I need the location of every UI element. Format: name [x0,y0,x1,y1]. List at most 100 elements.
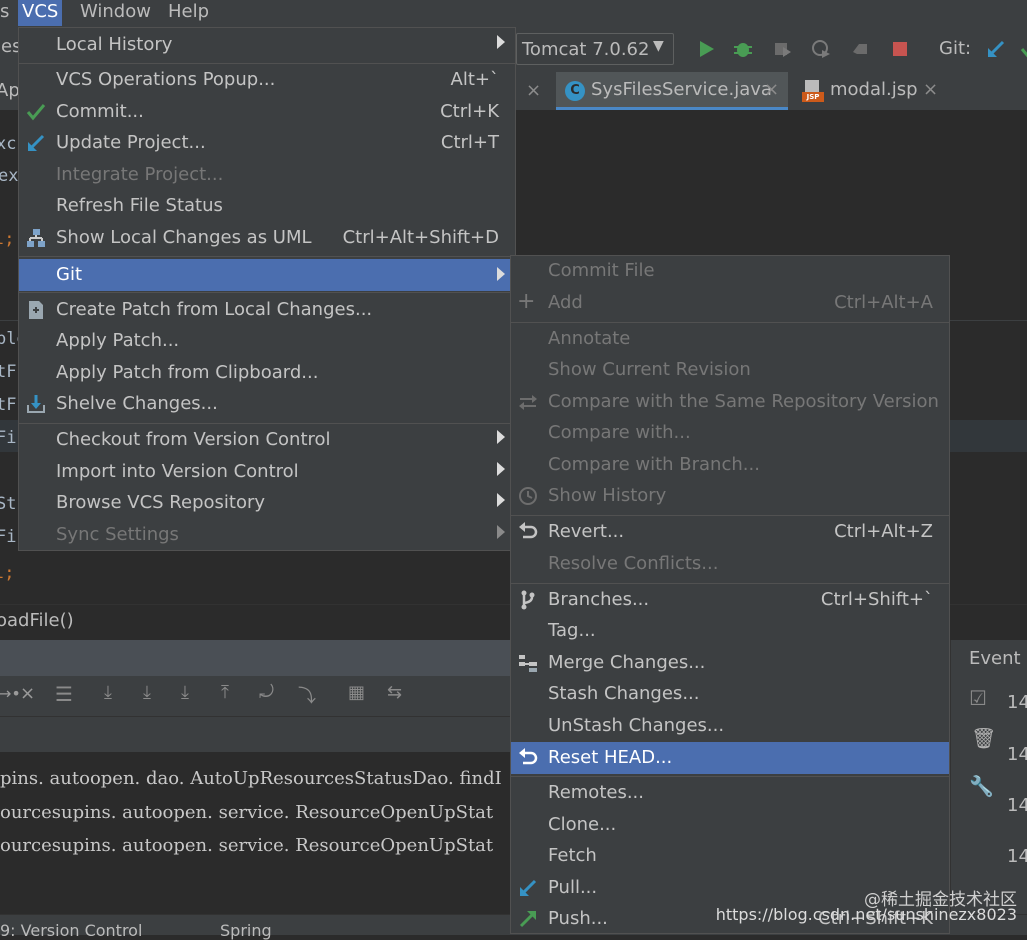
debug-icon[interactable] [732,38,754,60]
code-fragment: l; [0,229,15,249]
check-icon [26,104,46,121]
code-fragment: ex [0,166,19,186]
menu-item-label: Annotate [548,328,631,349]
upload-icon[interactable]: ⤒ [221,682,229,703]
checkbox-icon[interactable]: ☑ [969,686,987,710]
menu-item-apply-patch-clipboard[interactable]: Apply Patch from Clipboard... [19,358,515,389]
menu-item-label: Show Current Revision [548,359,751,380]
menu-item-update-project[interactable]: Update Project... Ctrl+T [19,128,515,159]
wrap-icon[interactable]: ⤾ [259,682,274,703]
breadcrumb-method[interactable]: oadFile() [0,610,74,631]
menu-item-label: Checkout from Version Control [56,429,331,450]
menu-item-commit[interactable]: Commit... Ctrl+K [19,97,515,128]
menu-item-shortcut: Alt+` [450,69,499,90]
menu-item-label: Clone... [548,814,617,835]
vcs-menu: Local History VCS Operations Popup... Al… [18,27,516,551]
menu-item-label: Tag... [548,620,596,641]
menu-cut-left[interactable]: s [0,0,13,26]
close-tab-icon[interactable]: × [526,80,541,101]
vcs-update-icon[interactable] [985,38,1007,60]
close-tab-icon[interactable]: × [764,72,779,108]
run-config-label: Tomcat 7.0.62 [522,39,650,60]
git-item-compare-same-repo: Compare with the Same Repository Version [511,387,949,418]
submenu-arrow-icon [497,493,505,507]
menu-item-shelve-changes[interactable]: Shelve Changes... [19,389,515,420]
git-item-revert[interactable]: Revert... Ctrl+Alt+Z [511,517,949,548]
menu-item-shortcut: Ctrl+Alt+A [834,292,933,313]
code-fragment: l; [0,563,15,583]
menu-item-git[interactable]: Git [19,259,515,291]
menu-item-show-local-changes-uml[interactable]: Show Local Changes as UML Ctrl+Alt+Shift… [19,223,515,254]
patch-file-icon [29,301,43,319]
git-item-stash-changes[interactable]: Stash Changes... [511,679,949,710]
menu-item-shortcut: Ctrl+Alt+Z [834,521,933,542]
menu-item-sync-settings: Sync Settings [19,520,515,551]
event-log-title[interactable]: Event L [969,648,1027,669]
menu-help[interactable]: Help [164,0,213,26]
trash-icon[interactable]: 🗑 [971,726,996,750]
menu-item-local-history[interactable]: Local History [19,30,515,61]
diff-icon[interactable]: ⇆ [387,682,402,703]
menu-item-apply-patch[interactable]: Apply Patch... [19,326,515,357]
menu-item-import-vcs[interactable]: Import into Version Control [19,457,515,488]
submenu-arrow-icon [497,267,505,281]
spring-tab[interactable]: Spring [220,921,272,940]
event-time: 14 [1007,692,1027,713]
download-icon[interactable]: ⤓ [181,682,189,703]
coverage-icon[interactable] [771,38,793,60]
shelve-icon [27,395,45,413]
menu-item-label: Merge Changes... [548,652,706,673]
git-item-tag[interactable]: Tag... [511,616,949,647]
menu-item-label: Reset HEAD... [548,747,673,768]
watermark-line2: https://blog.csdn.net/sunshinezx8023 [715,905,1017,924]
profile-icon[interactable] [810,38,832,60]
git-item-reset-head[interactable]: Reset HEAD... [511,742,949,774]
git-item-unstash-changes[interactable]: UnStash Changes... [511,711,949,742]
console-line: ourcesupins. autoopen. service. Resource… [0,835,494,856]
close-icon[interactable]: × [20,683,35,704]
tab-modal-jsp[interactable]: JSP modal.jsp × [795,72,945,110]
menu-item-label: Update Project... [56,132,206,153]
close-tab-icon[interactable]: × [923,72,938,108]
jsp-file-icon: JSP [802,80,824,102]
tab-sysfilesservice[interactable]: C SysFilesService.java × [556,72,788,110]
menu-item-label: Stash Changes... [548,683,700,704]
git-item-merge-changes[interactable]: Merge Changes... [511,648,949,679]
menu-item-create-patch[interactable]: Create Patch from Local Changes... [19,295,515,326]
menu-vcs[interactable]: VCS [18,0,63,26]
event-time: 14 [1007,744,1027,765]
attach-icon[interactable] [849,38,871,60]
git-item-compare-branch: Compare with Branch... [511,450,949,481]
git-item-fetch[interactable]: Fetch [511,841,949,872]
event-log-panel: Event L ☑ 🗑 🔧 14 14 14 14 [950,640,1027,914]
menu-item-label: Show Local Changes as UML [56,227,312,248]
menu-item-integrate-project: Integrate Project... [19,160,515,191]
stop-icon[interactable] [889,38,911,60]
arrow-icon[interactable]: →• [0,684,21,703]
menu-item-label: Compare with Branch... [548,454,760,475]
run-icon[interactable] [695,38,717,60]
table-icon[interactable]: ▦ [348,682,365,703]
scroll-end-icon[interactable]: ⤓ [104,682,112,703]
git-item-branches[interactable]: Branches... Ctrl+Shift+` [511,585,949,616]
menu-item-refresh-file-status[interactable]: Refresh File Status [19,191,515,222]
menu-item-browse-vcs[interactable]: Browse VCS Repository [19,488,515,519]
filter-icon[interactable]: ⤵ [298,682,316,708]
wrench-icon[interactable]: 🔧 [969,774,994,798]
version-control-tab[interactable]: 9: Version Control [0,921,142,940]
code-fragment: Fi [0,428,17,448]
run-config-combo[interactable]: Tomcat 7.0.62 ▼ [516,33,674,65]
menu-item-checkout-vcs[interactable]: Checkout from Version Control [19,425,515,456]
git-item-clone[interactable]: Clone... [511,810,949,841]
menu-item-label: Revert... [548,521,625,542]
menu-lines-icon[interactable]: ☰ [55,682,73,706]
menu-item-label: Pull... [548,877,598,898]
download-icon[interactable]: ⤓ [143,682,151,703]
branch-icon [521,590,535,610]
java-class-icon: C [565,81,585,101]
git-item-remotes[interactable]: Remotes... [511,778,949,809]
git-item-resolve-conflicts: Resolve Conflicts... [511,549,949,580]
menu-item-vcs-operations-popup[interactable]: VCS Operations Popup... Alt+` [19,65,515,96]
vcs-commit-icon[interactable] [1020,38,1027,60]
menu-window[interactable]: Window [76,0,155,26]
